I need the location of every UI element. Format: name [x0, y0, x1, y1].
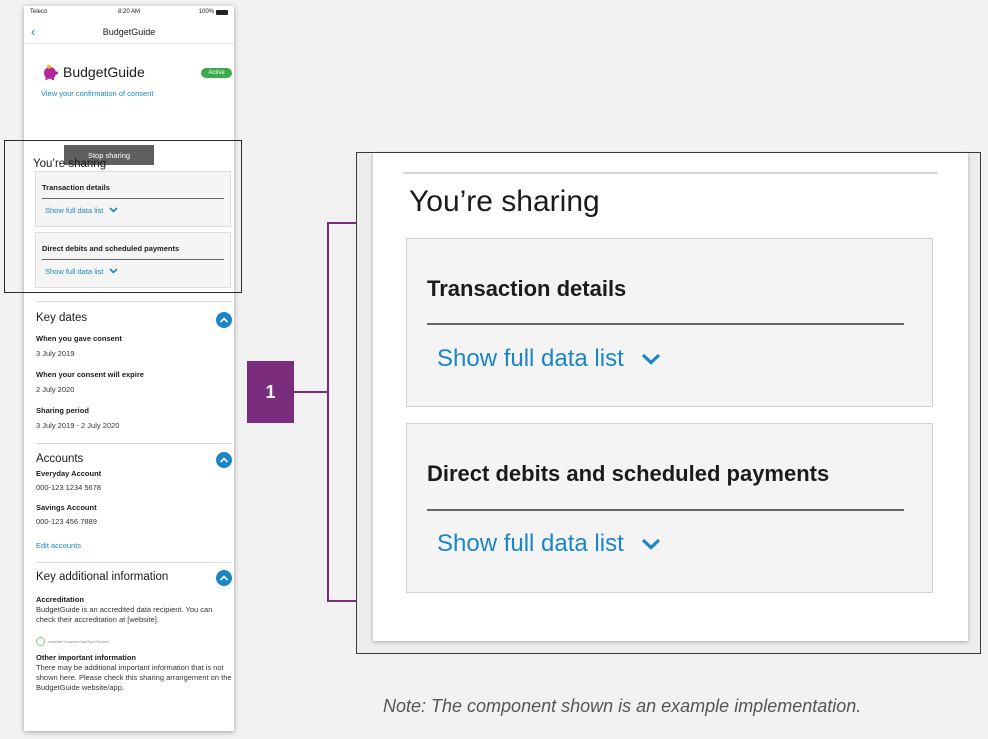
- account-number: 000-123 1234 5678: [36, 483, 102, 492]
- status-bar: Teleco 8:20 AM 100%: [24, 6, 234, 20]
- consent-date-value: 3 July 2019: [36, 349, 75, 358]
- show-data-list-link[interactable]: Show full data list: [437, 530, 662, 558]
- show-data-list-label: Show full data list: [437, 345, 624, 372]
- section-divider: [36, 562, 232, 563]
- chevron-down-icon: [641, 538, 660, 550]
- callout-connector: [294, 391, 328, 393]
- other-info-text: There may be additional important inform…: [36, 663, 232, 692]
- nav-title: BudgetGuide: [102, 27, 156, 37]
- account-number: 000-123 456 7889: [36, 517, 97, 526]
- accreditation-seal-text: Accredited Consumer Data Right Recipient: [48, 639, 109, 644]
- battery-icon: [216, 9, 228, 15]
- account-name: Savings Account: [36, 503, 97, 512]
- section-divider: [36, 301, 232, 302]
- consent-date-label: When you gave consent: [36, 334, 122, 343]
- show-data-list-link[interactable]: Show full data list: [437, 345, 662, 373]
- expiry-date-value: 2 July 2020: [36, 385, 75, 394]
- phone-screen: Teleco 8:20 AM 100% ‹ BudgetGuide Budget…: [24, 6, 234, 731]
- data-cluster-card-zoomed: Transaction details Show full data list: [406, 238, 933, 407]
- battery-label: 100%: [198, 9, 214, 15]
- collapse-key-info-button[interactable]: [216, 570, 232, 586]
- account-name: Everyday Account: [36, 469, 102, 478]
- zoom-panel: You’re sharing Transaction details Show …: [356, 152, 981, 654]
- other-info-label: Other important information: [36, 653, 136, 662]
- accounts-title: Accounts: [36, 453, 84, 465]
- app-header: BudgetGuide: [41, 64, 145, 80]
- section-divider: [36, 443, 232, 444]
- chevron-down-icon: [641, 353, 660, 365]
- implementation-note: Note: The component shown is an example …: [383, 696, 862, 716]
- card-divider: [427, 509, 904, 511]
- edit-accounts-link[interactable]: Edit accounts: [36, 541, 81, 550]
- data-cluster-card-zoomed: Direct debits and scheduled payments Sho…: [406, 423, 933, 593]
- expiry-date-label: When your consent will expire: [36, 370, 144, 379]
- card-divider: [427, 323, 904, 325]
- highlight-frame: [4, 140, 242, 293]
- accreditation-check-icon: [36, 637, 45, 646]
- battery-indicator: 100%: [199, 9, 228, 15]
- sharing-title-zoomed: You’re sharing: [409, 185, 600, 218]
- chevron-up-icon: [219, 317, 229, 323]
- collapse-key-dates-button[interactable]: [216, 312, 232, 328]
- consent-link[interactable]: View your confirmation of consent: [41, 89, 153, 98]
- chevron-up-icon: [219, 457, 229, 463]
- sharing-period-value: 3 July 2019 - 2 July 2020: [36, 421, 120, 430]
- chevron-up-icon: [219, 575, 229, 581]
- app-name: BudgetGuide: [63, 64, 145, 80]
- callout-bracket: [327, 222, 329, 602]
- accreditation-text: BudgetGuide is an accredited data recipi…: [36, 605, 213, 624]
- callout-number: 1: [247, 361, 294, 423]
- data-cluster-title: Direct debits and scheduled payments: [427, 461, 830, 486]
- piggy-bank-icon: [44, 64, 58, 80]
- key-dates-title: Key dates: [36, 312, 88, 324]
- status-badge: Active: [201, 68, 232, 78]
- zoom-content: You’re sharing Transaction details Show …: [373, 153, 968, 641]
- sharing-period-label: Sharing period: [36, 406, 89, 415]
- key-info-title: Key additional information: [36, 571, 169, 583]
- show-data-list-label: Show full data list: [437, 530, 624, 557]
- accreditation-seal: Accredited Consumer Data Right Recipient: [36, 637, 109, 646]
- data-cluster-title: Transaction details: [427, 276, 627, 301]
- accreditation-label: Accreditation: [36, 595, 84, 604]
- zoom-top-divider: [403, 172, 938, 174]
- collapse-accounts-button[interactable]: [216, 452, 232, 468]
- nav-bar: ‹ BudgetGuide: [24, 20, 234, 44]
